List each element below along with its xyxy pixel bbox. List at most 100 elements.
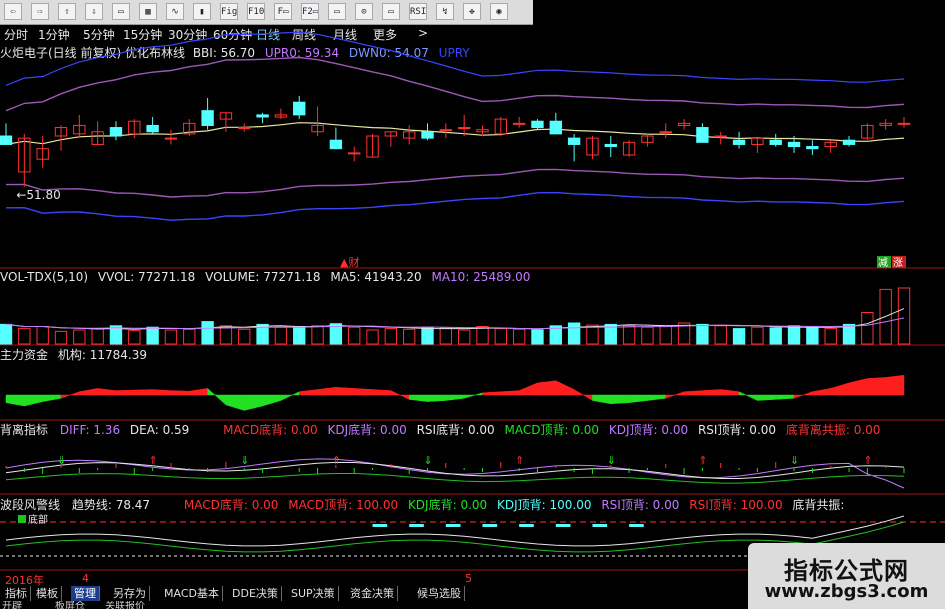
candle-body <box>714 135 727 138</box>
chart-canvas[interactable]: ←51.80 ▲财 减涨 ⇓ ⇑ ⇓ ⇑ ⇓ ⇑ ⇓ ⇑ ⇓ ⇑ 底部 <box>0 0 945 609</box>
candle-body <box>769 139 782 145</box>
fund-area <box>353 388 373 396</box>
tab-5[interactable]: DDE决策 <box>229 586 282 601</box>
fund-area <box>5 394 25 407</box>
volume-bar <box>494 328 507 345</box>
divergence-arrow: ⇓ <box>424 454 433 467</box>
watermark-url: www.zbgs3.com <box>764 581 929 602</box>
month-5-label: 5 <box>465 572 472 585</box>
tab-4[interactable]: MACD基本 <box>161 586 223 601</box>
tab2-1[interactable]: 板屏仓 <box>55 601 85 609</box>
fund-area <box>537 380 557 396</box>
candle-body <box>164 137 178 140</box>
tab-0[interactable]: 指标 <box>2 586 31 601</box>
divergence-arrow: ⇓ <box>607 454 616 467</box>
candle-body <box>696 127 709 143</box>
fund-area <box>720 389 740 396</box>
fund-area <box>262 394 282 407</box>
fund-area <box>170 390 190 396</box>
divergence-arrow: ⇓ <box>790 454 799 467</box>
volume-bar <box>146 326 159 345</box>
wave-signal-bar <box>629 524 644 527</box>
divergence-arrow: ⇑ <box>863 454 872 467</box>
fund-area <box>482 391 502 396</box>
candle-body <box>293 101 306 116</box>
fund-area <box>518 382 538 396</box>
zhang-label: 涨 <box>893 257 903 269</box>
fund-area <box>775 394 795 400</box>
fund-area <box>317 387 337 396</box>
candle-body <box>421 131 434 139</box>
fund-area <box>738 391 758 401</box>
volume-bar <box>348 326 361 345</box>
candle-body <box>659 131 672 134</box>
candle-body <box>201 110 214 126</box>
tab-3[interactable]: 另存为 <box>110 586 150 601</box>
candle-body <box>256 114 269 118</box>
tab2-2[interactable]: 关联报价 <box>105 601 145 609</box>
volume-bar <box>164 329 178 345</box>
fund-area <box>79 388 98 396</box>
fund-area <box>757 394 776 401</box>
volume-bar <box>439 327 453 345</box>
fund-area <box>885 374 905 396</box>
fund-area <box>408 394 428 402</box>
candle-body <box>531 120 544 129</box>
diff-line <box>5 458 905 489</box>
divergence-arrow: ⇑ <box>332 454 341 467</box>
fund-area <box>390 390 410 400</box>
volume-bar <box>751 326 764 345</box>
tab2-0[interactable]: 开辟 <box>2 601 22 609</box>
tab-7[interactable]: 资金决策 <box>347 586 398 601</box>
volume-bar <box>201 321 214 345</box>
volume-bar <box>824 328 837 345</box>
wave-low-marker <box>18 515 26 523</box>
volume-bar <box>18 328 31 345</box>
volume-bar <box>806 326 819 345</box>
fund-area <box>683 390 703 396</box>
candle-body <box>567 137 581 145</box>
candle-body <box>806 146 819 150</box>
fund-area <box>225 394 245 411</box>
volume-bar <box>238 328 251 345</box>
k-line <box>5 473 905 484</box>
volume-bar <box>403 328 416 345</box>
fund-area <box>702 389 721 396</box>
watermark: 指标公式网 www.zbgs3.com <box>748 543 945 609</box>
fund-area <box>97 388 117 396</box>
fund-area <box>243 394 263 411</box>
fund-area <box>573 389 593 401</box>
fund-area <box>812 388 831 396</box>
fund-area <box>793 391 813 399</box>
volume-bar <box>696 323 709 345</box>
fund-area <box>555 380 575 396</box>
fund-area <box>152 389 172 396</box>
divergence-arrow: ⇓ <box>240 454 249 467</box>
fund-area <box>867 377 886 396</box>
secondary-tab-bar: 开辟 板屏仓 关联报价 <box>0 601 745 609</box>
tab-1[interactable]: 模板 <box>33 586 62 601</box>
jian-label: 减 <box>878 257 888 269</box>
volume-bar <box>293 326 306 345</box>
candle-body <box>512 122 526 125</box>
volume-bar <box>311 325 324 345</box>
candle-body <box>732 139 746 145</box>
volume-bar <box>128 330 141 345</box>
fund-area <box>427 394 447 402</box>
candle-body <box>439 129 453 132</box>
tab-2[interactable]: 管理 <box>71 586 100 601</box>
candle-body <box>348 152 361 155</box>
volume-bar <box>384 328 398 345</box>
volume-bar <box>659 326 672 345</box>
bbi-line <box>5 122 905 145</box>
volume-bar <box>54 330 68 345</box>
month-4-label: 4 <box>82 572 89 585</box>
tab-6[interactable]: SUP决策 <box>288 586 339 601</box>
indicator-tab-bar: 指标 模板 管理 另存为 MACD基本 DDE决策 SUP决策 资金决策 候鸟选股 <box>0 586 745 601</box>
fund-area <box>848 378 868 396</box>
tab-8[interactable]: 候鸟选股 <box>414 586 465 601</box>
volume-bar <box>531 329 544 345</box>
volume-bar <box>769 327 782 345</box>
volume-bar <box>787 325 801 345</box>
date-axis: 2016年 4 5 <box>0 572 745 587</box>
